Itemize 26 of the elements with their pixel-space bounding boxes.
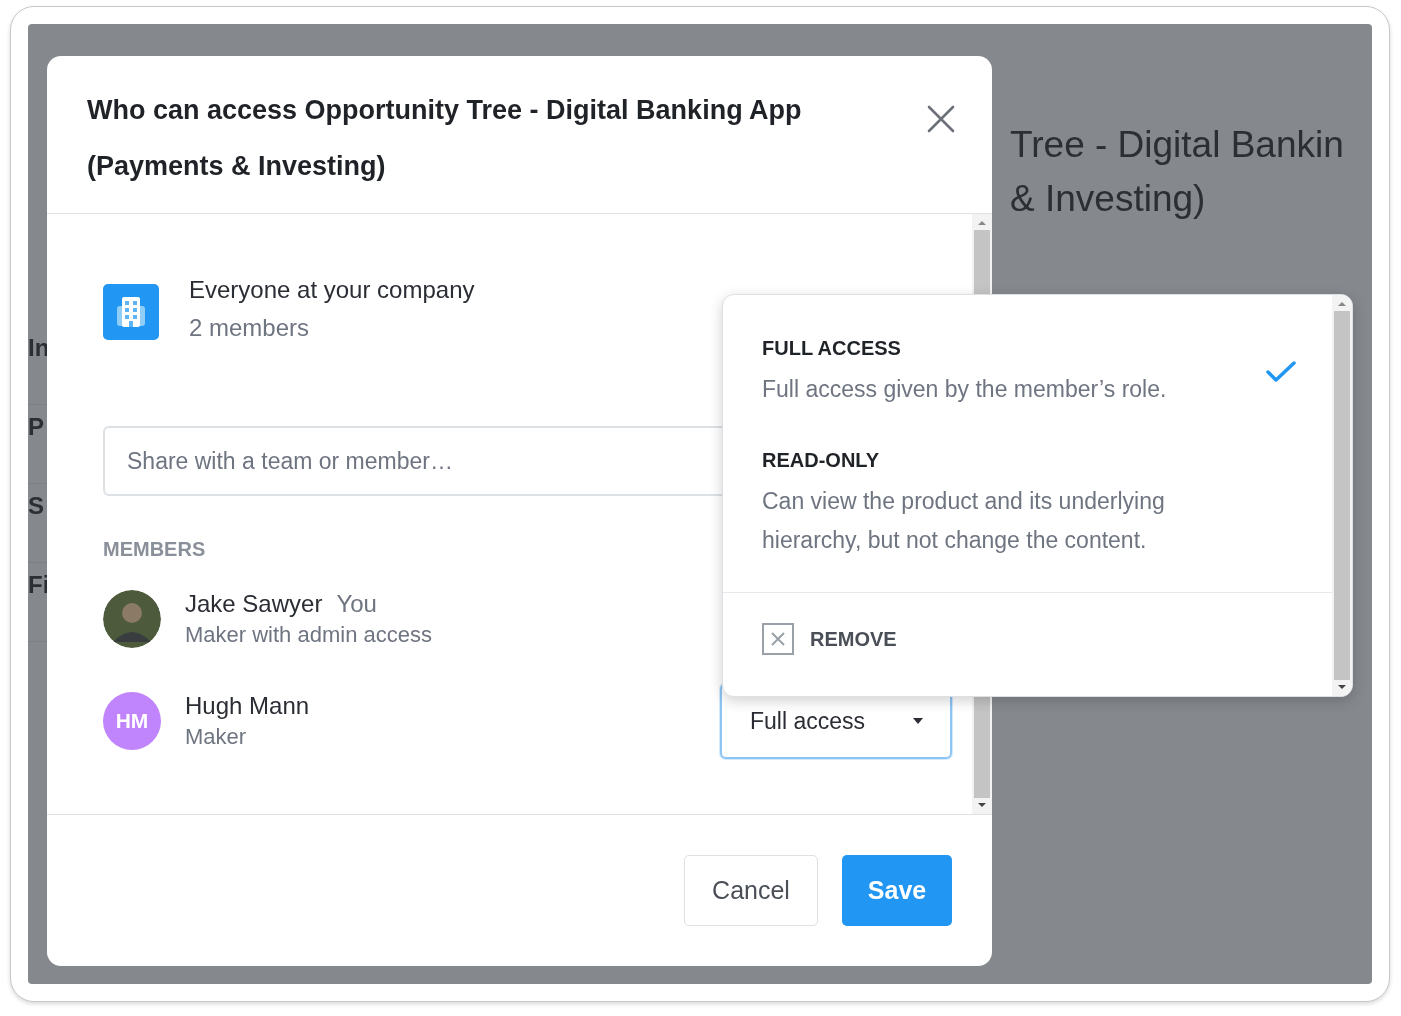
- building-icon: [103, 284, 159, 340]
- page-title: Tree - Digital Bankin: [1010, 123, 1344, 167]
- you-tag: You: [336, 590, 377, 618]
- scroll-down-icon[interactable]: [1337, 684, 1347, 690]
- dialog-title: Who can access Opportunity Tree - Digital Banking App (Payments & Investing): [87, 94, 803, 183]
- x-box-icon: [762, 623, 794, 655]
- member-count: 2 members: [189, 314, 311, 342]
- caret-icon: [912, 717, 924, 725]
- close-icon[interactable]: [926, 104, 956, 134]
- scrollbar[interactable]: [1332, 295, 1352, 696]
- member-role: Maker with admin access: [185, 622, 432, 648]
- member-role: Maker: [185, 724, 247, 750]
- avatar: HM: [103, 692, 161, 750]
- access-option[interactable]: FULL ACCESS Full access given by the member’s role.: [723, 337, 1332, 409]
- cancel-button[interactable]: Cancel: [684, 855, 818, 926]
- members-heading: MEMBERS: [103, 538, 206, 561]
- scroll-up-icon[interactable]: [977, 220, 987, 226]
- member-name: Jake Sawyer: [185, 590, 323, 618]
- remove-button[interactable]: REMOVE: [762, 623, 897, 655]
- avatar-photo-placeholder: [103, 590, 161, 648]
- company-name: Everyone at your company: [189, 276, 475, 304]
- scroll-up-icon[interactable]: [1337, 301, 1347, 307]
- member-name: Hugh Mann: [185, 692, 310, 720]
- check-icon: [1266, 361, 1296, 383]
- page-title: & Investing): [1010, 177, 1207, 221]
- scroll-down-icon[interactable]: [977, 802, 987, 808]
